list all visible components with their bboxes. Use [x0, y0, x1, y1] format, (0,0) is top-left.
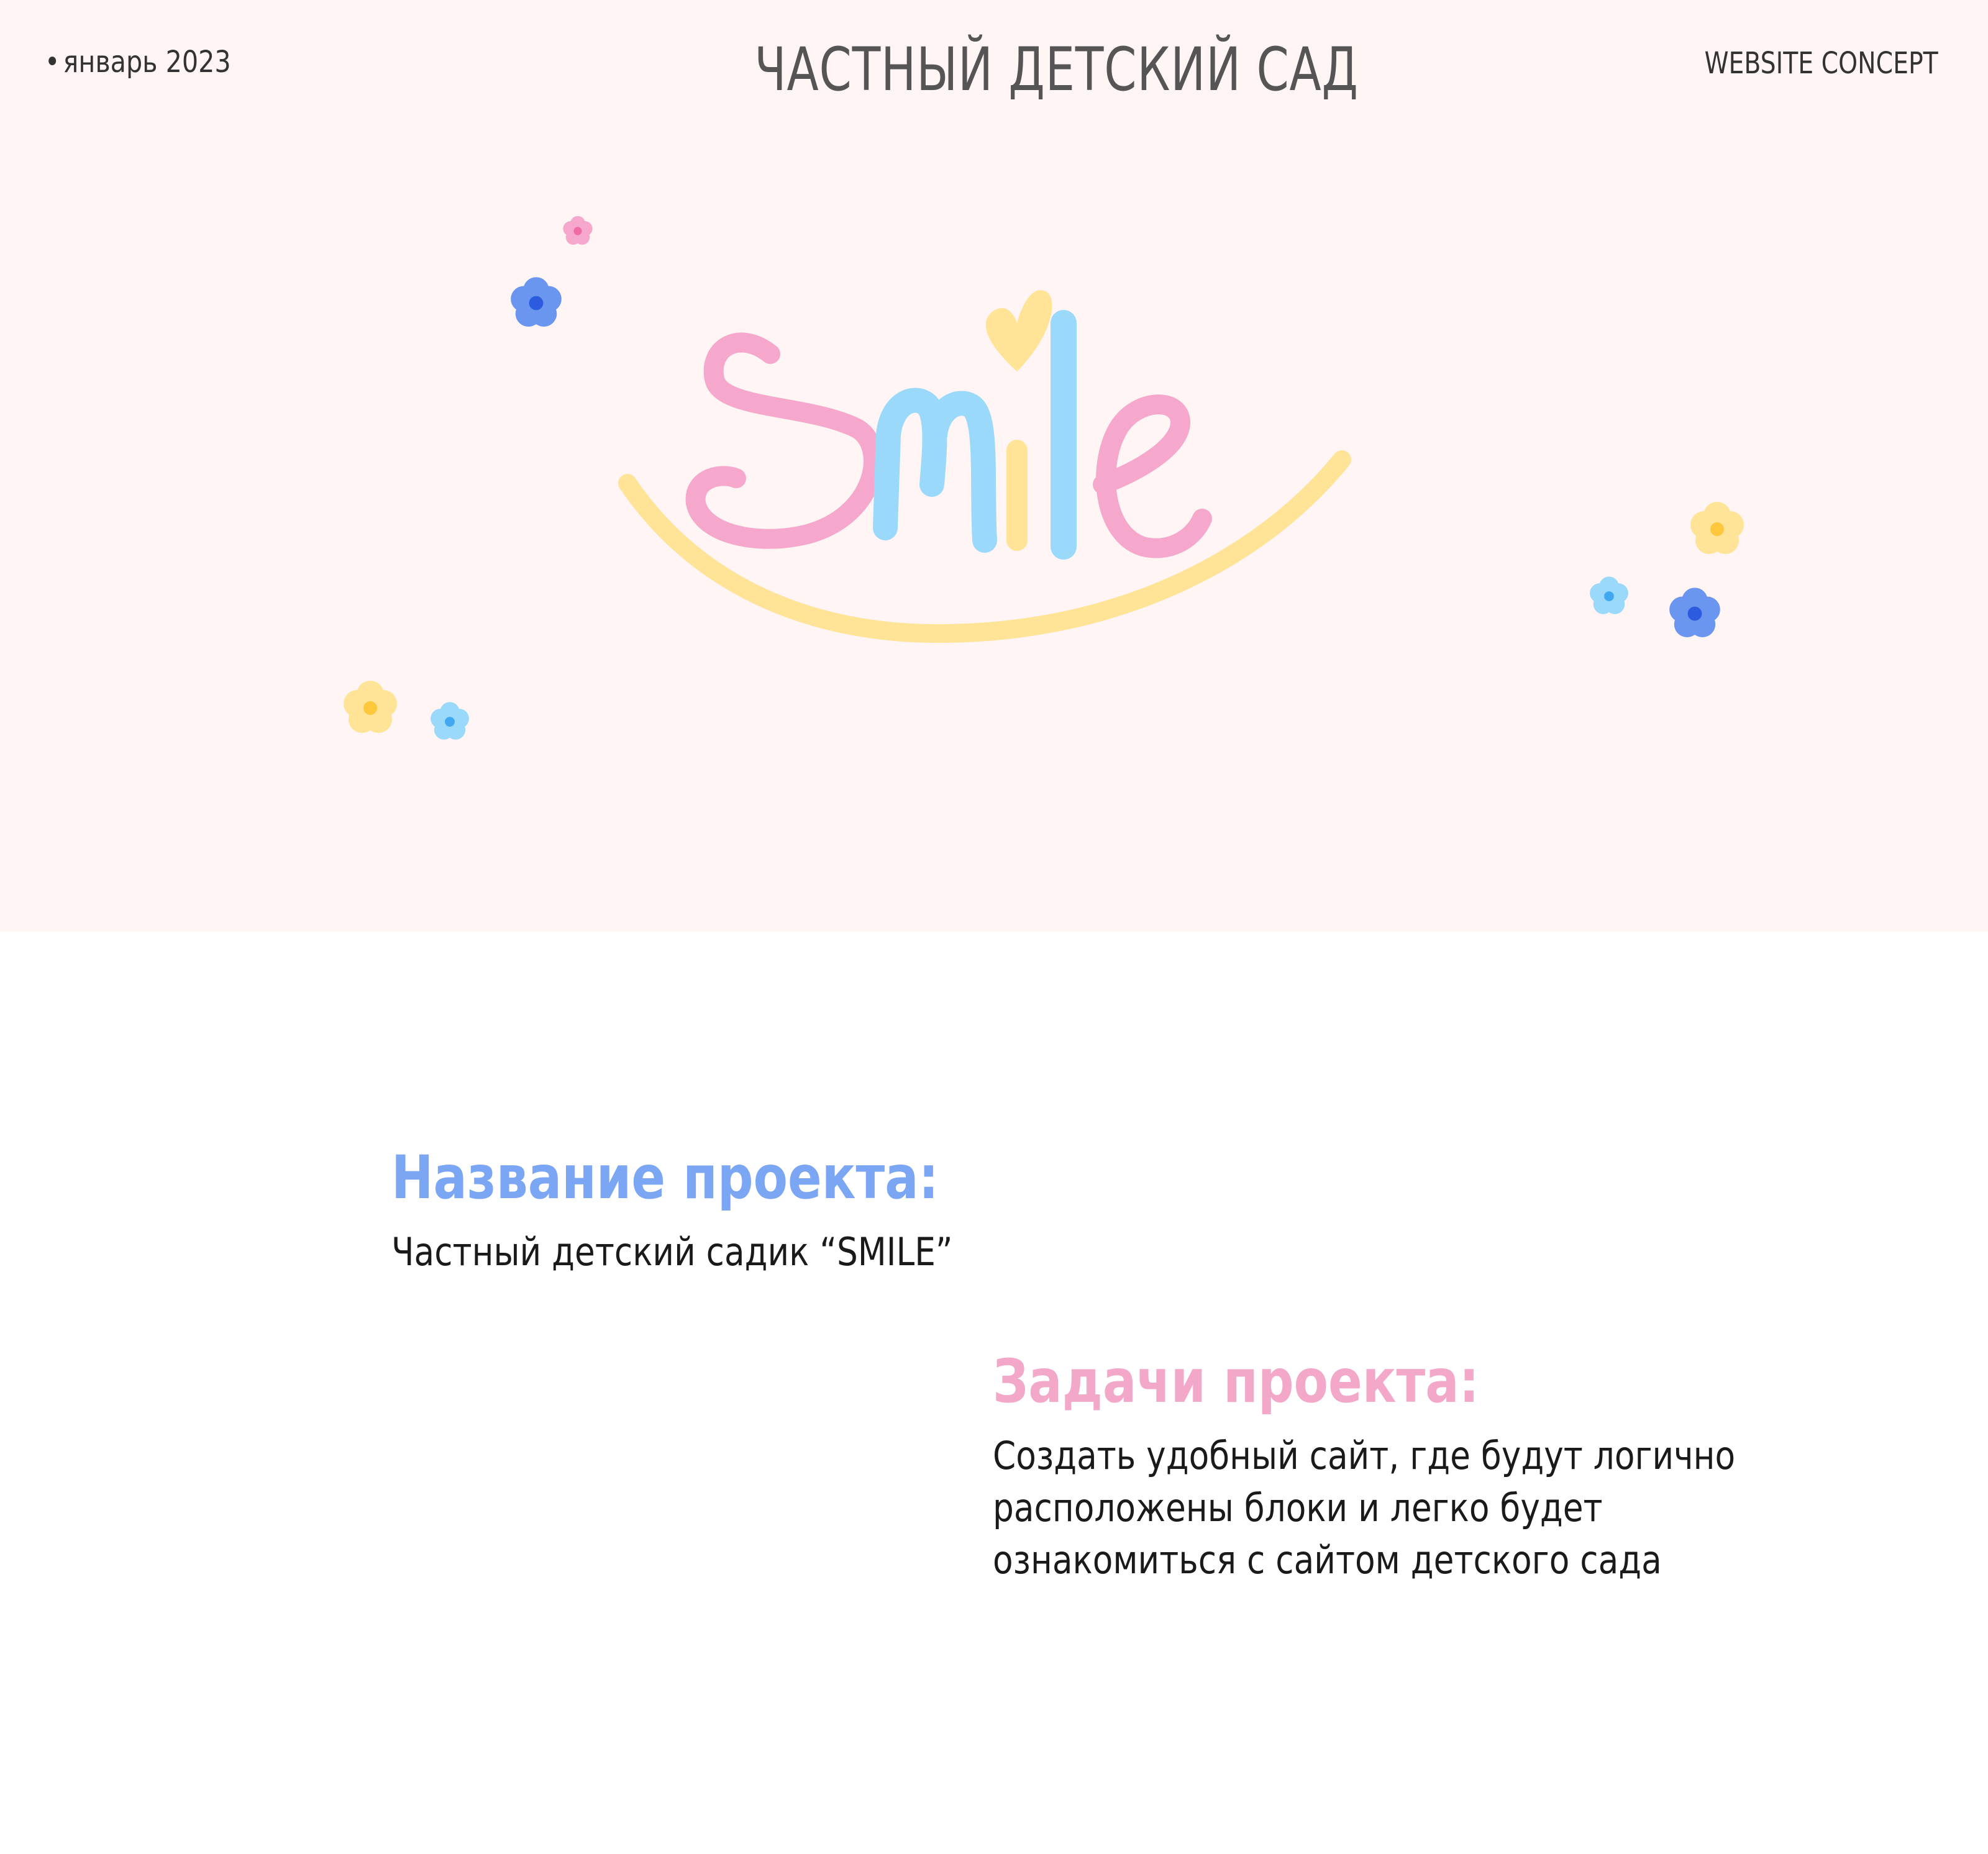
smile-logo	[344, 216, 1744, 740]
light-blue-flower-icon	[431, 702, 469, 740]
blue-flower-icon	[1669, 588, 1720, 637]
heart-icon	[985, 289, 1052, 371]
project-tasks-line: Создать удобный сайт, где будут логично	[993, 1433, 1736, 1478]
project-tasks-heading: Задачи проекта:	[993, 1347, 1479, 1416]
pink-flower-icon	[563, 216, 593, 245]
project-name-block: Название проекта: Частный детский садик …	[391, 1143, 1044, 1278]
project-tasks-line: расположены блоки и легко будет	[993, 1485, 1603, 1530]
project-name-text: Частный детский садик “SMILE”	[391, 1229, 953, 1275]
project-tasks-block: Задачи проекта: Создать удобный сайт, гд…	[993, 1347, 1856, 1586]
project-tasks-text: Создать удобный сайт, где будут логично …	[993, 1430, 1735, 1586]
hero-section: • январь 2023 ЧАСТНЫЙ ДЕТСКИЙ САД WEBSITE…	[0, 0, 1988, 932]
blue-flower-icon	[511, 277, 562, 327]
logo-letter-e	[1093, 394, 1212, 558]
project-tasks-line: ознакомиться с сайтом детского сада	[993, 1537, 1662, 1583]
light-blue-flower-icon	[1590, 576, 1628, 614]
project-name-heading: Название проекта:	[391, 1143, 939, 1212]
logo-letter-m	[873, 388, 997, 553]
logo-letter-s	[685, 332, 883, 549]
yellow-flower-icon	[1690, 502, 1744, 554]
yellow-flower-icon	[344, 681, 397, 733]
